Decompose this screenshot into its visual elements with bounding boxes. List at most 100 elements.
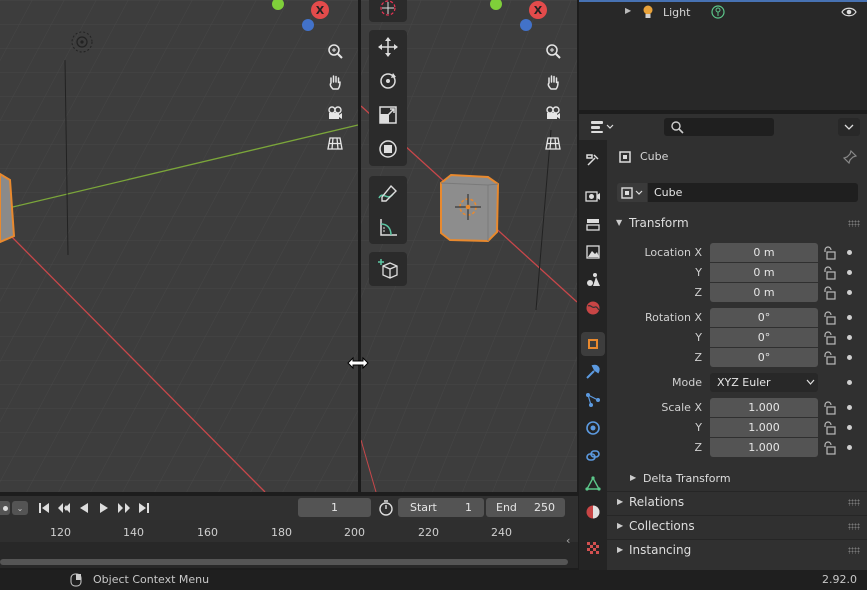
end-frame-field[interactable]: End 250 <box>486 498 565 517</box>
lock-icon[interactable] <box>822 441 836 455</box>
delta-transform-subpanel[interactable]: Delta Transform <box>643 472 731 485</box>
jump-keyframe-forward-icon[interactable] <box>114 500 134 516</box>
cursor-tool-icon[interactable] <box>369 0 407 22</box>
scale-y-field[interactable]: 1.000 <box>710 418 818 437</box>
keyframe-dot-icon[interactable] <box>847 425 852 430</box>
keying-dropdown[interactable]: ⌄ <box>12 501 28 515</box>
move-tool-icon[interactable] <box>369 30 407 64</box>
object-tab-icon[interactable] <box>581 332 605 356</box>
light-object-icon[interactable] <box>68 28 96 56</box>
relations-expand-icon[interactable]: ▶ <box>617 497 623 506</box>
physics-tab-icon[interactable] <box>581 416 605 440</box>
camera-icon-right[interactable] <box>541 101 565 125</box>
camera-icon[interactable] <box>323 101 347 125</box>
view-layer-tab-icon[interactable] <box>581 240 605 264</box>
transform-panel-header[interactable]: Transform <box>629 216 689 230</box>
transform-collapse-icon[interactable]: ▼ <box>616 218 622 227</box>
keyframe-dot-icon[interactable] <box>847 405 852 410</box>
location-x-field[interactable]: 0 m <box>710 243 818 262</box>
lock-icon[interactable] <box>822 421 836 435</box>
rotation-y-field[interactable]: 0° <box>710 328 818 347</box>
viewport-left[interactable]: X <box>0 0 358 492</box>
visibility-eye-icon[interactable] <box>841 6 857 18</box>
lock-icon[interactable] <box>822 246 836 260</box>
keyframe-dot-icon[interactable] <box>847 290 852 295</box>
lock-icon[interactable] <box>822 266 836 280</box>
instancing-panel-header[interactable]: Instancing <box>629 543 691 557</box>
record-dot-icon[interactable] <box>0 501 10 515</box>
gizmo-x-axis-right[interactable]: X <box>529 1 547 19</box>
tool-tab-icon[interactable] <box>581 148 605 172</box>
keyframe-dot-icon[interactable] <box>847 270 852 275</box>
timeline-expand-icon[interactable]: ‹ <box>566 534 570 547</box>
grid-perspective-icon[interactable] <box>323 131 347 155</box>
drag-grip-icon[interactable] <box>848 220 860 227</box>
outliner[interactable]: ▶ Light <box>579 0 867 110</box>
keyframe-dot-icon[interactable] <box>847 380 852 385</box>
grid-perspective-icon-right[interactable] <box>541 131 565 155</box>
rotation-z-field[interactable]: 0° <box>710 348 818 367</box>
properties-options-dropdown[interactable] <box>838 118 860 136</box>
pan-hand-icon[interactable] <box>323 70 347 94</box>
collections-panel-header[interactable]: Collections <box>629 519 695 533</box>
play-reverse-icon[interactable] <box>74 500 94 516</box>
location-y-field[interactable]: 0 m <box>710 263 818 282</box>
zoom-icon-right[interactable] <box>541 39 565 63</box>
world-tab-icon[interactable] <box>581 296 605 320</box>
zoom-icon[interactable] <box>323 39 347 63</box>
add-cube-tool-icon[interactable] <box>369 252 407 286</box>
datablock-name-field[interactable]: Cube <box>648 183 858 202</box>
scale-tool-icon[interactable] <box>369 98 407 132</box>
location-z-field[interactable]: 0 m <box>710 283 818 302</box>
gizmo-z-axis-right[interactable] <box>520 19 532 31</box>
editor-type-dropdown[interactable] <box>587 118 617 136</box>
object-data-tab-icon[interactable] <box>581 472 605 496</box>
keyframe-dot-icon[interactable] <box>847 335 852 340</box>
lock-icon[interactable] <box>822 311 836 325</box>
texture-tab-icon[interactable] <box>581 536 605 560</box>
material-tab-icon[interactable] <box>581 500 605 524</box>
stopwatch-icon[interactable] <box>378 500 394 516</box>
modifier-tab-icon[interactable] <box>581 360 605 384</box>
datablock-type-dropdown[interactable] <box>617 183 647 202</box>
timeline-scrollbar[interactable] <box>0 559 568 565</box>
gizmo-x-axis[interactable]: X <box>311 1 329 19</box>
jump-end-icon[interactable] <box>134 500 154 516</box>
collections-expand-icon[interactable]: ▶ <box>617 521 623 530</box>
relations-panel-header[interactable]: Relations <box>629 495 684 509</box>
pan-hand-icon-right[interactable] <box>541 70 565 94</box>
lock-icon[interactable] <box>822 286 836 300</box>
delta-transform-expand-icon[interactable]: ▶ <box>630 473 636 482</box>
outliner-row[interactable]: ▶ Light <box>579 2 867 22</box>
keyframe-dot-icon[interactable] <box>847 250 852 255</box>
play-icon[interactable] <box>94 500 114 516</box>
current-frame-field[interactable]: 1 <box>298 498 371 517</box>
particles-tab-icon[interactable] <box>581 388 605 412</box>
area-divider[interactable] <box>358 0 361 492</box>
measure-tool-icon[interactable] <box>369 210 407 244</box>
annotate-tool-icon[interactable] <box>369 176 407 210</box>
rotate-tool-icon[interactable] <box>369 64 407 98</box>
transform-tool-icon[interactable] <box>369 132 407 166</box>
properties-search-input[interactable] <box>664 118 774 136</box>
lock-icon[interactable] <box>822 351 836 365</box>
drag-grip-icon[interactable] <box>848 547 860 554</box>
gizmo-z-axis[interactable] <box>302 19 314 31</box>
lock-icon[interactable] <box>822 401 836 415</box>
render-tab-icon[interactable] <box>581 184 605 208</box>
jump-start-icon[interactable] <box>34 500 54 516</box>
rotation-mode-dropdown[interactable]: XYZ Euler <box>710 373 818 392</box>
scene-tab-icon[interactable] <box>581 268 605 292</box>
keyframe-dot-icon[interactable] <box>847 445 852 450</box>
jump-keyframe-back-icon[interactable] <box>54 500 74 516</box>
constraints-tab-icon[interactable] <box>581 444 605 468</box>
keyframe-dot-icon[interactable] <box>847 355 852 360</box>
rotation-x-field[interactable]: 0° <box>710 308 818 327</box>
output-tab-icon[interactable] <box>581 212 605 236</box>
lock-icon[interactable] <box>822 331 836 345</box>
drag-grip-icon[interactable] <box>848 499 860 506</box>
scale-x-field[interactable]: 1.000 <box>710 398 818 417</box>
keyframe-dot-icon[interactable] <box>847 315 852 320</box>
expand-arrow-icon[interactable]: ▶ <box>625 6 631 15</box>
light-data-icon[interactable] <box>711 5 725 19</box>
